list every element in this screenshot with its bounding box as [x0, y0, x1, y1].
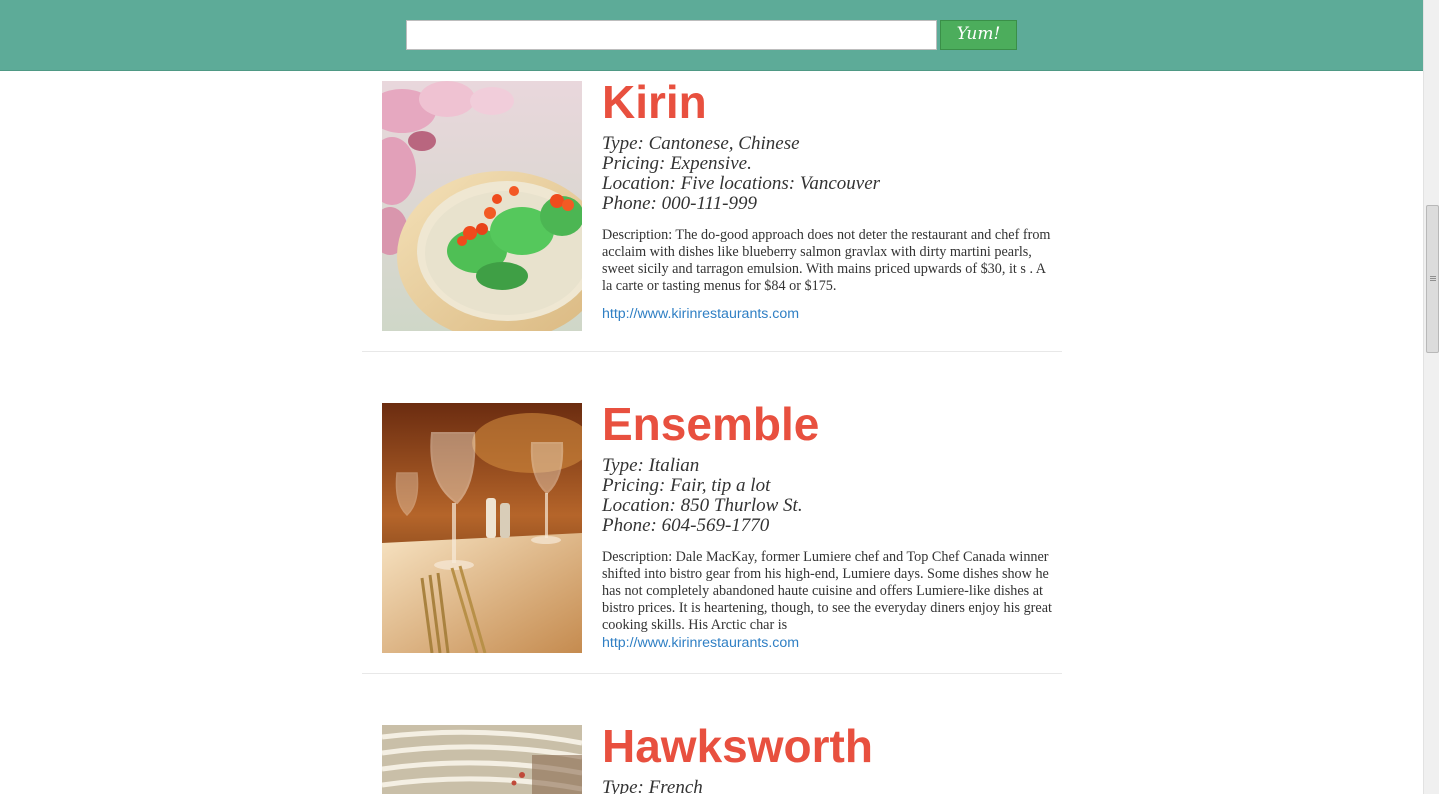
restaurant-pricing: Pricing: Fair, tip a lot: [602, 475, 771, 496]
restaurant-location: Location: Five locations: Vancouver: [602, 173, 881, 194]
restaurant-website-link[interactable]: http://www.kirinrestaurants.com: [602, 305, 1057, 323]
top-bar: Yum!: [0, 0, 1423, 71]
restaurant-name: Kirin: [602, 76, 707, 128]
scrollbar-thumb[interactable]: [1426, 205, 1439, 353]
restaurant-description: Description: Dale MacKay, former Lumiere…: [602, 549, 1052, 633]
restaurant-phone: Phone: 000-111-999: [602, 193, 757, 214]
grip-icon: [1430, 276, 1436, 281]
vertical-scrollbar[interactable]: [1423, 0, 1439, 794]
restaurant-photo-interior: [382, 725, 582, 794]
restaurant-phone: Phone: 604-569-1770: [602, 515, 770, 536]
restaurant-website-link[interactable]: http://www.kirinrestaurants.com: [602, 634, 1057, 652]
search-input[interactable]: [406, 20, 937, 50]
yum-search-button[interactable]: Yum!: [940, 20, 1017, 50]
restaurant-location: Location: 850 Thurlow St.: [602, 495, 803, 516]
restaurant-info: Kirin Type: Cantonese, Chinese Pricing: …: [602, 76, 1057, 323]
restaurant-type: Type: Cantonese, Chinese: [602, 133, 800, 154]
entry-divider: [362, 673, 1062, 674]
restaurant-name: Hawksworth: [602, 720, 873, 772]
restaurant-info: Ensemble Type: Italian Pricing: Fair, ti…: [602, 398, 1057, 652]
restaurant-type: Type: Italian: [602, 455, 700, 476]
restaurant-pricing: Pricing: Expensive.: [602, 153, 752, 174]
restaurant-name: Ensemble: [602, 398, 820, 450]
restaurant-description: Description: The do-good approach does n…: [602, 227, 1051, 294]
restaurant-info: Hawksworth Type: French: [602, 720, 1057, 794]
restaurant-photo-dumplings: [382, 81, 582, 331]
restaurant-photo-wine-glasses: [382, 403, 582, 653]
entry-divider: [362, 351, 1062, 352]
restaurant-type: Type: French: [602, 777, 703, 794]
